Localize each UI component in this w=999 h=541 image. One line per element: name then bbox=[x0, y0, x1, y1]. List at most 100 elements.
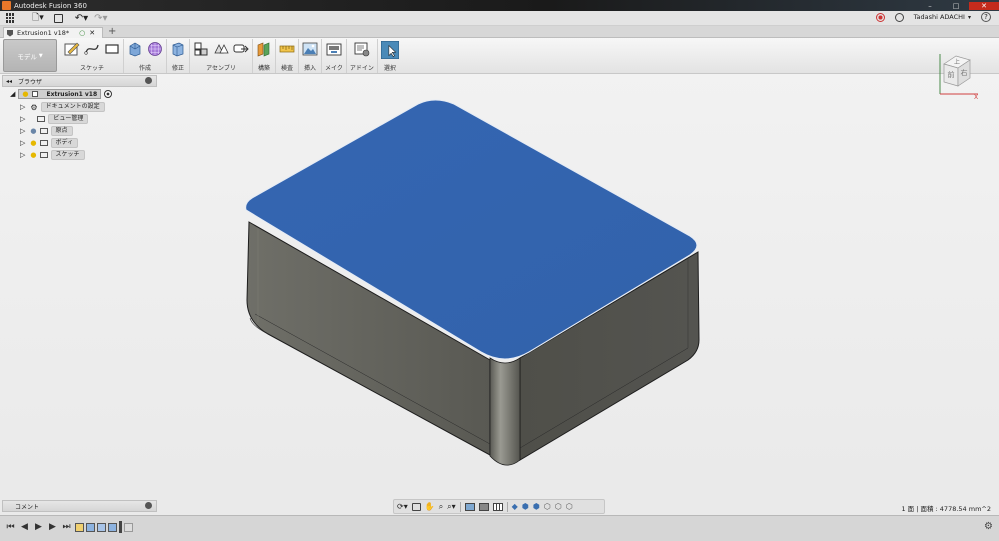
component-icon bbox=[31, 91, 38, 97]
scripts-addins-icon[interactable] bbox=[354, 41, 370, 57]
orbit-icon[interactable]: ⟳▾ bbox=[397, 502, 408, 511]
activate-radio-icon[interactable] bbox=[104, 90, 113, 98]
lightbulb-icon[interactable]: ● bbox=[22, 90, 28, 98]
expand-arrow-icon[interactable]: ▷ bbox=[20, 127, 25, 135]
help-icon[interactable]: ? bbox=[981, 12, 991, 22]
select-group[interactable]: 選択 bbox=[378, 39, 402, 73]
construct-group[interactable]: 構築 bbox=[253, 39, 276, 73]
create-sketch-icon[interactable] bbox=[64, 41, 80, 57]
timeline-forward-icon[interactable]: ▶ bbox=[46, 522, 59, 532]
rectangle-tool-icon[interactable] bbox=[104, 41, 120, 57]
timeline-feature-extrude-icon[interactable] bbox=[86, 522, 95, 532]
tree-root[interactable]: ◢ ● Extrusion1 v18 bbox=[10, 89, 113, 99]
tree-item[interactable]: ▷ ● 原点 bbox=[20, 126, 73, 136]
make-group[interactable]: メイク bbox=[322, 39, 347, 73]
visual-style-icon[interactable] bbox=[478, 502, 489, 511]
line-tool-icon[interactable] bbox=[84, 41, 100, 57]
3d-print-icon[interactable] bbox=[326, 41, 342, 57]
insert-image-icon[interactable] bbox=[302, 41, 318, 57]
model-viewport[interactable] bbox=[240, 96, 705, 474]
group-label-addins: アドイン bbox=[349, 65, 374, 72]
viewcube[interactable]: 上 前 右 X bbox=[934, 46, 986, 102]
extrude-icon[interactable] bbox=[127, 41, 143, 57]
display-settings-icon[interactable] bbox=[464, 502, 475, 511]
select-component-icon[interactable]: ⬡ bbox=[544, 502, 551, 511]
select-cursor-icon[interactable] bbox=[380, 41, 399, 59]
expand-arrow-icon[interactable]: ▷ bbox=[20, 151, 25, 159]
undo-icon[interactable]: ↶▾ bbox=[75, 13, 88, 24]
expand-arrow-icon[interactable]: ▷ bbox=[20, 139, 25, 147]
clock-icon[interactable] bbox=[894, 12, 904, 22]
workspace-label: モデル bbox=[17, 52, 37, 61]
comments-panel-header[interactable]: コメント bbox=[2, 500, 157, 512]
new-component-icon[interactable] bbox=[193, 41, 209, 57]
group-label-select: 選択 bbox=[383, 65, 396, 72]
expand-arrow-icon[interactable]: ▷ bbox=[20, 115, 25, 123]
body-fillet-corner[interactable] bbox=[489, 357, 521, 466]
group-label-modify: 修正 bbox=[171, 65, 184, 72]
timeline-feature-sketch-icon[interactable] bbox=[75, 522, 84, 532]
lightbulb-icon[interactable]: ● bbox=[30, 151, 36, 159]
timeline-feature-fillet-icon[interactable] bbox=[108, 522, 117, 532]
tree-item[interactable]: ▷ ● ボディ bbox=[20, 138, 79, 148]
measure-icon[interactable] bbox=[279, 41, 295, 57]
tree-item-label: ドキュメントの設定 bbox=[40, 102, 105, 112]
sketch-group[interactable]: スケッチ bbox=[61, 39, 124, 73]
grid-settings-icon[interactable] bbox=[492, 502, 503, 511]
browser-options-icon[interactable] bbox=[145, 77, 152, 84]
tree-item[interactable]: ▷ ⚙ ドキュメントの設定 bbox=[20, 102, 105, 112]
close-button[interactable]: ✕ bbox=[969, 1, 999, 10]
lightbulb-icon[interactable]: ● bbox=[30, 127, 36, 135]
maximize-button[interactable]: □ bbox=[943, 2, 969, 10]
expand-arrow-icon[interactable]: ◢ bbox=[10, 90, 15, 98]
pan-hand-icon[interactable]: ✋ bbox=[425, 502, 435, 511]
save-icon[interactable] bbox=[53, 13, 63, 23]
timeline-feature-shell-icon[interactable] bbox=[124, 522, 133, 532]
tree-item[interactable]: ▷ ● スケッチ bbox=[20, 150, 85, 160]
close-tab-icon[interactable]: ✕ bbox=[89, 29, 95, 37]
file-menu-icon[interactable]: 🗋▾ bbox=[32, 10, 44, 26]
redo-icon[interactable]: ↷▾ bbox=[94, 13, 107, 24]
browser-tree: ◢ ● Extrusion1 v18 ▷ ⚙ ドキュメントの設定 ▷ ビュー管理… bbox=[2, 88, 157, 168]
timeline-back-icon[interactable]: ◀ bbox=[18, 522, 31, 532]
expand-arrow-icon[interactable]: ▷ bbox=[20, 103, 25, 111]
modify-group[interactable]: 修正 bbox=[167, 39, 190, 73]
select-body-icon[interactable]: ◆ bbox=[512, 502, 518, 511]
tab-document[interactable]: Extrusion1 v18* ○ ✕ bbox=[3, 27, 103, 38]
minimize-button[interactable]: – bbox=[917, 2, 943, 10]
browser-panel-header[interactable]: ◂◂ ブラウザ bbox=[2, 75, 157, 87]
look-at-icon[interactable] bbox=[411, 502, 421, 511]
press-pull-icon[interactable] bbox=[170, 41, 186, 57]
timeline-marker-icon[interactable] bbox=[119, 521, 122, 533]
timeline-play-icon[interactable]: ▶ bbox=[32, 522, 45, 532]
user-menu[interactable]: Tadashi ADACHI ▾ bbox=[914, 13, 971, 21]
motion-link-icon[interactable] bbox=[233, 41, 249, 57]
create-group[interactable]: 作成 bbox=[124, 39, 167, 73]
collapse-panel-icon[interactable]: ◂◂ bbox=[6, 78, 12, 85]
viewcube-top-label: 上 bbox=[954, 58, 960, 66]
assemble-group[interactable]: アセンブリ bbox=[190, 39, 253, 73]
select-face-icon[interactable]: ⬢ bbox=[522, 502, 529, 511]
offset-plane-icon[interactable] bbox=[256, 41, 272, 57]
record-icon[interactable] bbox=[875, 12, 885, 22]
inspect-group[interactable]: 検査 bbox=[276, 39, 299, 73]
timeline-feature-extrude-icon[interactable] bbox=[97, 522, 106, 532]
timeline-last-icon[interactable]: ⏭ bbox=[60, 522, 73, 532]
zoom-icon[interactable]: ⌕ bbox=[439, 502, 443, 512]
addins-group[interactable]: アドイン bbox=[347, 39, 378, 73]
select-occurrence-icon[interactable]: ⬡ bbox=[555, 502, 562, 511]
tree-item[interactable]: ▷ ビュー管理 bbox=[20, 114, 89, 124]
lightbulb-icon[interactable]: ● bbox=[30, 139, 36, 147]
new-tab-button[interactable]: + bbox=[108, 26, 116, 37]
workspace-switcher[interactable]: モデル ▼ bbox=[3, 39, 57, 72]
joint-icon[interactable] bbox=[213, 41, 229, 57]
data-panel-grid-icon[interactable] bbox=[6, 13, 16, 23]
add-comment-icon[interactable] bbox=[145, 502, 152, 509]
form-icon[interactable] bbox=[147, 41, 163, 57]
fit-zoom-icon[interactable]: ⌕▾ bbox=[447, 502, 456, 512]
select-vertex-icon[interactable]: ⬡ bbox=[566, 502, 573, 511]
timeline-settings-icon[interactable]: ⚙ bbox=[984, 521, 993, 532]
timeline-first-icon[interactable]: ⏮ bbox=[4, 522, 17, 532]
insert-group[interactable]: 挿入 bbox=[299, 39, 322, 73]
select-edge-icon[interactable]: ⬢ bbox=[533, 502, 540, 511]
